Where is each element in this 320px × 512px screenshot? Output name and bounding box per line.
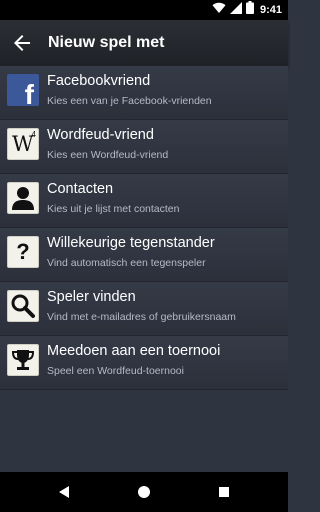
back-arrow-icon[interactable] <box>10 31 34 55</box>
item-title: Willekeurige tegenstander <box>47 235 215 251</box>
item-title: Speler vinden <box>47 289 136 305</box>
item-subtitle: Speel een Wordfeud-toernooi <box>47 365 184 377</box>
trophy-icon <box>7 344 39 376</box>
facebook-letter: f <box>24 79 34 107</box>
item-title: Contacten <box>47 181 114 197</box>
list-item-contacts[interactable]: Contacten Kies uit je lijst met contacte… <box>0 174 288 228</box>
list-item-random-opponent[interactable]: ? Willekeurige tegenstander Vind automat… <box>0 228 288 282</box>
item-subtitle: Vind met e-mailadres of gebruikersnaam <box>47 311 236 323</box>
item-subtitle: Vind automatisch een tegenspeler <box>47 257 206 269</box>
item-subtitle: Kies uit je lijst met contacten <box>47 203 180 215</box>
system-nav-bar <box>0 472 288 512</box>
signal-icon <box>229 1 242 19</box>
list-item-wordfeud-friend[interactable]: W 4 Wordfeud-vriend Kies een Wordfeud-vr… <box>0 120 288 174</box>
magnifier-icon <box>7 290 39 322</box>
item-subtitle: Kies een van je Facebook-vrienden <box>47 95 212 107</box>
item-title: Wordfeud-vriend <box>47 127 154 143</box>
list-item-find-player[interactable]: Speler vinden Vind met e-mailadres of ge… <box>0 282 288 336</box>
question-mark-icon: ? <box>7 236 39 268</box>
back-triangle-icon[interactable] <box>54 482 74 502</box>
opponent-options-list: f Facebookvriend Kies een van je Faceboo… <box>0 66 288 390</box>
status-icons: 9:41 <box>212 1 282 19</box>
contact-person-icon <box>7 182 39 214</box>
list-item-tournament[interactable]: Meedoen aan een toernooi Speel een Wordf… <box>0 336 288 390</box>
wifi-icon <box>212 1 226 19</box>
status-time: 9:41 <box>259 4 282 16</box>
item-subtitle: Kies een Wordfeud-vriend <box>47 149 169 161</box>
wordfeud-tile-icon: W 4 <box>7 128 39 160</box>
tile-score: 4 <box>31 130 36 139</box>
facebook-icon: f <box>7 74 39 106</box>
item-title: Facebookvriend <box>47 73 151 89</box>
home-circle-icon[interactable] <box>134 482 154 502</box>
list-item-facebook-friend[interactable]: f Facebookvriend Kies een van je Faceboo… <box>0 66 288 120</box>
question-glyph: ? <box>16 239 30 264</box>
app-bar: Nieuw spel met <box>0 20 288 66</box>
tile-letter: W <box>12 132 34 156</box>
battery-icon <box>245 1 254 19</box>
item-title: Meedoen aan een toernooi <box>47 343 221 359</box>
page-title: Nieuw spel met <box>48 34 165 51</box>
status-bar: 9:41 <box>0 0 288 20</box>
recents-square-icon[interactable] <box>214 482 234 502</box>
